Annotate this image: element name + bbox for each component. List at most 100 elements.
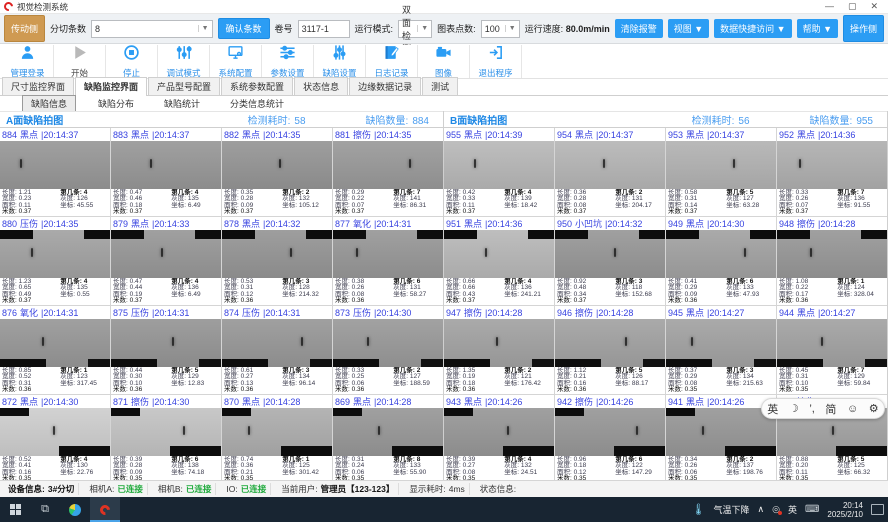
defect-cell[interactable]: 872 黑点 |20:14:30 长度: 0.52 宽度: 0.41 面积: 0…	[0, 395, 110, 483]
system-config-button[interactable]: 系统配置	[210, 45, 262, 78]
simplified-toggle[interactable]: 简	[825, 401, 836, 417]
defect-cell[interactable]: 947 擦伤 |20:14:28 长度: 1.35 宽度: 0.19 面积: 0…	[444, 306, 554, 394]
defect-thumbnail[interactable]	[555, 408, 665, 456]
defect-thumbnail[interactable]	[222, 319, 332, 367]
minimize-button[interactable]: —	[825, 1, 834, 12]
inspection-app-taskbar-icon[interactable]	[90, 497, 120, 522]
run-mode-select[interactable]: 双面检测 ▼	[398, 20, 432, 38]
image-button[interactable]: 图像	[418, 45, 470, 78]
defect-cell[interactable]: 876 氧化 |20:14:31 长度: 0.85 宽度: 0.52 面积: 0…	[0, 306, 110, 394]
defect-cell[interactable]: 942 擦伤 |20:14:26 长度: 0.96 宽度: 0.18 面积: 0…	[555, 395, 665, 483]
view-menu-button[interactable]: 视图 ▼	[668, 19, 709, 38]
close-button[interactable]: ✕	[870, 1, 878, 12]
defect-thumbnail[interactable]	[555, 230, 665, 278]
defect-thumbnail[interactable]	[222, 408, 332, 456]
defect-cell[interactable]: 873 压伤 |20:14:30 长度: 0.33 宽度: 0.25 面积: 0…	[333, 306, 443, 394]
defect-cell[interactable]: 882 黑点 |20:14:35 长度: 0.35 宽度: 0.28 面积: 0…	[222, 128, 332, 216]
ime-lang-toggle[interactable]: 英	[767, 401, 778, 417]
defect-thumbnail[interactable]	[444, 141, 554, 189]
defect-thumbnail[interactable]	[333, 230, 443, 278]
tab-status-info[interactable]: 状态信息	[294, 77, 348, 95]
slit-count-select[interactable]: 8 ▼	[91, 20, 213, 38]
roll-number-input[interactable]: 3117-1	[298, 20, 350, 38]
tray-expand-button[interactable]: ∧	[758, 504, 765, 515]
emoji-icon[interactable]: ☺	[847, 403, 858, 415]
defect-cell[interactable]: 870 黑点 |20:14:28 长度: 0.74 宽度: 0.36 面积: 0…	[222, 395, 332, 483]
defect-cell[interactable]: 946 擦伤 |20:14:28 长度: 1.12 宽度: 0.21 面积: 0…	[555, 306, 665, 394]
defect-thumbnail[interactable]	[555, 141, 665, 189]
defect-cell[interactable]: 871 擦伤 |20:14:30 长度: 0.39 宽度: 0.28 面积: 0…	[111, 395, 221, 483]
task-view-button[interactable]: ⧉	[30, 497, 60, 522]
start-button[interactable]: 开始	[54, 45, 106, 78]
operator-side-button[interactable]: 操作侧	[843, 15, 884, 42]
gear-icon[interactable]: ⚙	[869, 402, 879, 415]
tab-product-config[interactable]: 产品型号配置	[148, 77, 220, 95]
confirm-count-button[interactable]: 确认条数	[218, 18, 270, 39]
subtab-class-statistics[interactable]: 分类信息统计	[222, 96, 292, 111]
defect-thumbnail[interactable]	[0, 141, 110, 189]
language-indicator[interactable]: 英	[788, 503, 797, 516]
defect-cell[interactable]: 953 黑点 |20:14:37 长度: 0.58 宽度: 0.31 面积: 0…	[666, 128, 776, 216]
subtab-defect-statistics[interactable]: 缺陷统计	[156, 96, 208, 111]
keyboard-icon[interactable]: ⌨	[805, 504, 819, 515]
defect-cell[interactable]: 950 小凹坑 |20:14:32 长度: 0.92 宽度: 0.48 面积: …	[555, 217, 665, 305]
help-menu-button[interactable]: 帮助 ▼	[797, 19, 838, 38]
defect-cell[interactable]: 955 黑点 |20:14:39 长度: 0.42 宽度: 0.33 面积: 0…	[444, 128, 554, 216]
tab-defect-monitor[interactable]: 缺陷监控界面	[75, 77, 147, 96]
tab-edge-data[interactable]: 边缘数据记录	[349, 77, 421, 95]
parameter-settings-button[interactable]: 参数设置	[262, 45, 314, 78]
exit-program-button[interactable]: 退出程序	[470, 45, 522, 78]
defect-thumbnail[interactable]	[666, 141, 776, 189]
defect-cell[interactable]: 884 黑点 |20:14:37 长度: 1.21 宽度: 0.23 面积: 0…	[0, 128, 110, 216]
defect-thumbnail[interactable]	[777, 319, 887, 367]
defect-thumbnail[interactable]	[777, 141, 887, 189]
clock[interactable]: 20:14 2025/2/10	[827, 501, 863, 519]
defect-cell[interactable]: 883 黑点 |20:14:37 长度: 0.47 宽度: 0.46 面积: 0…	[111, 128, 221, 216]
ime-tray-icon[interactable]: ◎	[772, 504, 780, 515]
defect-thumbnail[interactable]	[444, 319, 554, 367]
defect-thumbnail[interactable]	[444, 230, 554, 278]
defect-cell[interactable]: 948 擦伤 |20:14:28 长度: 1.08 宽度: 0.22 面积: 0…	[777, 217, 887, 305]
defect-cell[interactable]: 954 黑点 |20:14:37 长度: 0.36 宽度: 0.28 面积: 0…	[555, 128, 665, 216]
debug-mode-button[interactable]: 调试模式	[158, 45, 210, 78]
defect-cell[interactable]: 869 黑点 |20:14:28 长度: 0.31 宽度: 0.24 面积: 0…	[333, 395, 443, 483]
defect-thumbnail[interactable]	[555, 319, 665, 367]
defect-thumbnail[interactable]	[0, 408, 110, 456]
browser-taskbar-icon[interactable]	[60, 497, 90, 522]
defect-cell[interactable]: 951 黑点 |20:14:36 长度: 0.66 宽度: 0.66 面积: 0…	[444, 217, 554, 305]
defect-cell[interactable]: 879 黑点 |20:14:33 长度: 0.47 宽度: 0.44 面积: 0…	[111, 217, 221, 305]
stop-button[interactable]: 停止	[106, 45, 158, 78]
defect-thumbnail[interactable]	[222, 230, 332, 278]
defect-thumbnail[interactable]	[111, 319, 221, 367]
start-button[interactable]	[0, 497, 30, 522]
defect-cell[interactable]: 941 黑点 |20:14:26 长度: 0.34 宽度: 0.26 面积: 0…	[666, 395, 776, 483]
defect-thumbnail[interactable]	[111, 408, 221, 456]
subtab-defect-info[interactable]: 缺陷信息	[22, 95, 76, 112]
defect-thumbnail[interactable]	[333, 319, 443, 367]
defect-cell[interactable]: 877 氧化 |20:14:31 长度: 0.38 宽度: 0.26 面积: 0…	[333, 217, 443, 305]
defect-cell[interactable]: 874 压伤 |20:14:31 长度: 0.61 宽度: 0.27 面积: 0…	[222, 306, 332, 394]
defect-cell[interactable]: 949 黑点 |20:14:30 长度: 0.41 宽度: 0.29 面积: 0…	[666, 217, 776, 305]
defect-cell[interactable]: 881 擦伤 |20:14:35 长度: 0.29 宽度: 0.22 面积: 0…	[333, 128, 443, 216]
defect-settings-button[interactable]: 缺陷设置	[314, 45, 366, 78]
defect-cell[interactable]: 880 压伤 |20:14:35 长度: 1.23 宽度: 0.65 面积: 0…	[0, 217, 110, 305]
defect-thumbnail[interactable]	[333, 408, 443, 456]
admin-login-button[interactable]: 管理登录	[2, 45, 54, 78]
tab-size-monitor[interactable]: 尺寸监控界面	[2, 77, 74, 95]
chart-points-select[interactable]: 100 ▼	[481, 20, 520, 38]
defect-cell[interactable]: 875 压伤 |20:14:31 长度: 0.44 宽度: 0.30 面积: 0…	[111, 306, 221, 394]
defect-thumbnail[interactable]	[666, 230, 776, 278]
defect-cell[interactable]: 945 黑点 |20:14:27 长度: 0.37 宽度: 0.29 面积: 0…	[666, 306, 776, 394]
maximize-button[interactable]: ▢	[848, 1, 857, 12]
defect-thumbnail[interactable]	[666, 408, 776, 456]
punctuation-toggle[interactable]: ’,	[809, 403, 815, 415]
drive-side-button[interactable]: 传动侧	[4, 15, 45, 42]
defect-thumbnail[interactable]	[333, 141, 443, 189]
defect-thumbnail[interactable]	[111, 141, 221, 189]
defect-thumbnail[interactable]	[666, 319, 776, 367]
defect-thumbnail[interactable]	[222, 141, 332, 189]
tab-system-params[interactable]: 系统参数配置	[221, 77, 293, 95]
subtab-defect-distribution[interactable]: 缺陷分布	[90, 96, 142, 111]
data-quick-access-button[interactable]: 数据快捷访问 ▼	[714, 19, 791, 38]
defect-cell[interactable]: 944 黑点 |20:14:27 长度: 0.45 宽度: 0.31 面积: 0…	[777, 306, 887, 394]
